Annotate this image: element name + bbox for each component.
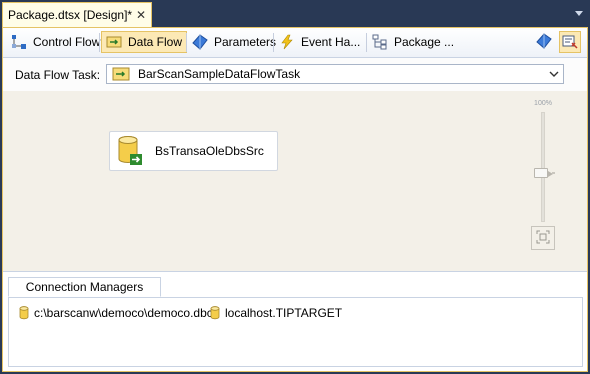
tab-control-flow[interactable]: Control Flow	[7, 31, 104, 53]
zoom-default-tick	[552, 172, 555, 174]
data-flow-task-label: Data Flow Task:	[15, 68, 101, 82]
database-icon	[210, 306, 220, 320]
designer-frame: Control Flow Data Flow Parameters Event …	[2, 27, 588, 372]
package-explorer-icon	[372, 34, 388, 50]
ole-db-source-icon	[117, 135, 143, 167]
tab-overflow-dropdown-icon[interactable]	[574, 8, 584, 18]
tab-label: Control Flow	[33, 35, 101, 49]
connection-manager-label: c:\barscanw\democo\democo.dbc	[34, 306, 213, 320]
tab-label: Data Flow	[128, 35, 183, 49]
designer-toolbar: Control Flow Data Flow Parameters Event …	[3, 28, 587, 58]
zoom-slider-thumb[interactable]	[534, 168, 553, 178]
zoom-to-fit-icon	[536, 230, 550, 247]
data-flow-task-value: BarScanSampleDataFlowTask	[138, 67, 301, 81]
tab-label: Package ...	[394, 35, 455, 49]
tab-connection-managers[interactable]: Connection Managers	[8, 277, 161, 297]
tab-package-explorer[interactable]: Package ...	[368, 31, 458, 53]
toolbar-separator	[273, 33, 274, 52]
close-icon[interactable]: ✕	[133, 8, 149, 22]
connection-managers-list[interactable]: c:\barscanw\democo\democo.dbc localhost.…	[8, 297, 583, 367]
tab-label: Parameters	[214, 35, 277, 49]
connection-managers-panel: Connection Managers c:\barscanw\democo\d…	[3, 271, 587, 371]
zoom-to-fit-button[interactable]	[531, 226, 555, 250]
zoom-slider-track[interactable]	[541, 112, 545, 222]
variables-button[interactable]	[533, 31, 555, 53]
component-name: BsTransaOleDbsSrc	[155, 144, 264, 158]
data-flow-canvas[interactable]: BsTransaOleDbsSrc 100%	[3, 91, 587, 271]
control-flow-icon	[11, 34, 27, 50]
toolbox-button[interactable]	[559, 31, 581, 53]
document-tab-title: Package.dtsx [Design]*	[8, 8, 133, 22]
document-tab[interactable]: Package.dtsx [Design]* ✕	[2, 2, 152, 27]
data-flow-task-select[interactable]: BarScanSampleDataFlowTask	[106, 64, 564, 84]
tab-event-handlers[interactable]: Event Ha...	[275, 31, 364, 53]
toolbar-separator	[186, 33, 187, 52]
tab-data-flow[interactable]: Data Flow	[101, 31, 188, 53]
zoom-percent-label: 100%	[534, 100, 552, 107]
connection-manager-label: localhost.TIPTARGET	[225, 306, 343, 320]
component-ole-db-source[interactable]: BsTransaOleDbsSrc	[109, 131, 278, 171]
parameters-icon	[192, 34, 208, 50]
variables-icon	[536, 32, 552, 52]
zoom-control: 100%	[528, 97, 558, 257]
toolbar-separator	[366, 33, 367, 52]
tab-parameters[interactable]: Parameters	[188, 31, 280, 53]
connection-manager-item[interactable]: localhost.TIPTARGET	[210, 306, 342, 320]
database-icon	[19, 306, 29, 320]
event-handlers-icon	[279, 34, 295, 50]
chevron-down-icon[interactable]	[545, 65, 563, 83]
toolbar-separator	[99, 33, 100, 52]
toolbox-icon	[562, 33, 578, 52]
data-flow-task-icon	[112, 67, 130, 81]
connection-manager-item[interactable]: c:\barscanw\democo\democo.dbc	[19, 306, 213, 320]
data-flow-icon	[106, 34, 122, 50]
data-flow-task-bar: Data Flow Task: BarScanSampleDataFlowTas…	[3, 58, 587, 91]
tab-label: Event Ha...	[301, 35, 361, 49]
